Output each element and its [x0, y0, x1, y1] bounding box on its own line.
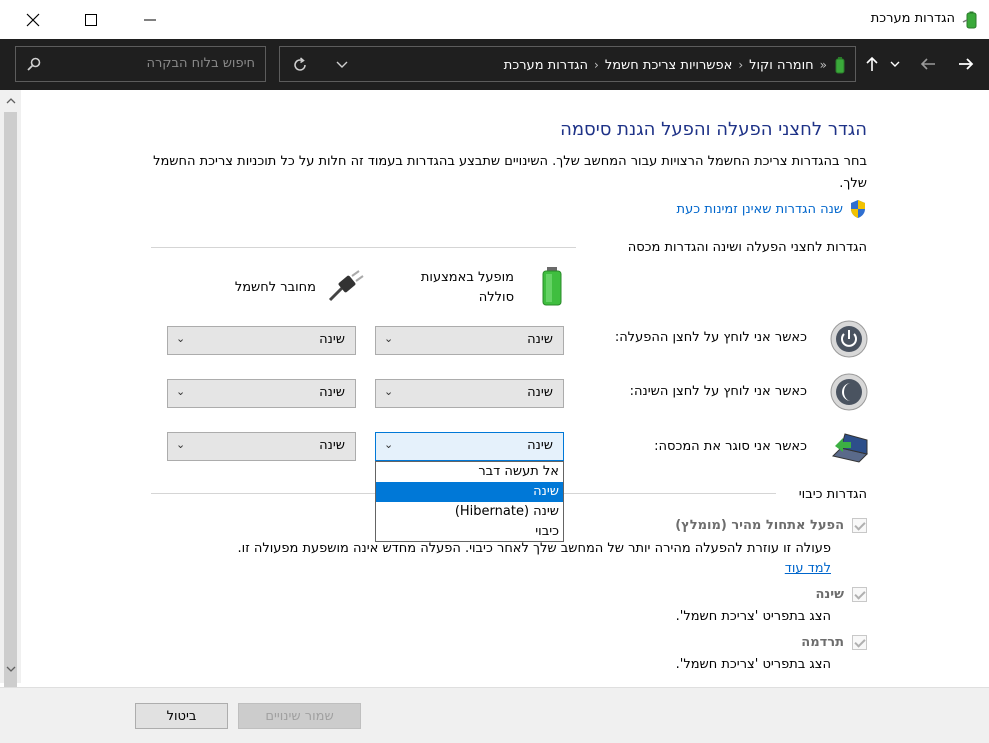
- sleep-button-battery-select[interactable]: שינה ⌄: [375, 379, 564, 408]
- learn-more-link[interactable]: למד עוד: [785, 561, 831, 576]
- refresh-icon: [294, 57, 306, 71]
- footer-bar: שמור שינויים ביטול: [0, 687, 989, 743]
- chevron-down-icon: ⌄: [384, 332, 394, 345]
- lid-close-battery-select[interactable]: שינה ⌄: [375, 432, 564, 461]
- chevron-down-icon: ⌄: [384, 438, 394, 451]
- chevron-left-icon: ‹: [738, 58, 744, 72]
- search-input[interactable]: חיפוש בלוח הבקרה: [15, 46, 266, 82]
- scroll-up-button[interactable]: [0, 92, 21, 110]
- window-title: הגדרות מערכת: [870, 11, 955, 26]
- plugged-column-header: מחובר לחשמל: [234, 280, 316, 295]
- maximize-button[interactable]: [68, 0, 114, 39]
- breadcrumb-power-options[interactable]: אפשרויות צריכת חשמל: [605, 58, 732, 73]
- section-divider: [151, 247, 576, 248]
- chevron-down-icon: [6, 666, 15, 672]
- chevron-down-icon: ⌄: [384, 385, 394, 398]
- chevron-down-icon: ⌄: [176, 385, 186, 398]
- fast-startup-title: הפעל אתחול מהיר (מומלץ): [675, 518, 844, 533]
- address-history-dropdown[interactable]: [330, 55, 354, 75]
- fast-startup-checkbox[interactable]: [852, 518, 867, 533]
- page-description: בחר בהגדרות צריכת החשמל הרצויות עבור המח…: [153, 154, 867, 191]
- power-button-label: כאשר אני לוחץ על לחצן ההפעלה:: [614, 330, 807, 345]
- change-settings-link-text[interactable]: שנה הגדרות שאינן זמינות כעת: [677, 202, 843, 217]
- option-shut-down[interactable]: כיבוי: [376, 522, 563, 542]
- main-content: הגדר לחצני הפעלה והפעל הגנת סיסמה בחר בה…: [21, 90, 989, 683]
- breadcrumb-system-settings[interactable]: הגדרות מערכת: [504, 58, 588, 73]
- chevron-up-icon: [6, 98, 15, 104]
- option-do-nothing[interactable]: אל תעשה דבר: [376, 462, 563, 482]
- arrow-up-icon: [866, 56, 878, 71]
- selected-value: שינה: [319, 438, 345, 453]
- breadcrumb-hardware-sound[interactable]: חומרה וקול: [749, 58, 814, 73]
- chevron-down-icon: ⌄: [176, 332, 186, 345]
- sleep-title: שינה: [815, 587, 844, 602]
- shutdown-section-header: הגדרות כיבוי: [798, 487, 867, 502]
- power-buttons-section-header: הגדרות לחצני הפעלה ושינה והגדרות מכסה: [627, 240, 867, 255]
- recent-locations-button[interactable]: [884, 51, 906, 77]
- chevron-down-icon: ⌄: [176, 438, 186, 451]
- uac-shield-icon: [851, 200, 865, 218]
- sleep-button-label: כאשר אני לוחץ על לחצן השינה:: [629, 384, 807, 399]
- search-placeholder: חיפוש בלוח הבקרה: [146, 56, 255, 71]
- chevron-down-icon: [336, 61, 348, 68]
- sleep-button-plugged-select[interactable]: שינה ⌄: [167, 379, 356, 408]
- change-settings-link[interactable]: שנה הגדרות שאינן זמינות כעת: [677, 199, 867, 219]
- refresh-button[interactable]: [288, 53, 312, 77]
- chevron-down-icon: [890, 61, 900, 67]
- battery-icon: [542, 267, 562, 306]
- address-bar: חיפוש בלוח הבקרה « חומרה וקול ‹ אפשרויות…: [0, 39, 989, 90]
- cancel-button[interactable]: ביטול: [135, 703, 228, 729]
- close-icon: [26, 13, 40, 26]
- sleep-checkbox-row[interactable]: שינה: [815, 587, 867, 602]
- battery-column-header: מופעל באמצעות סוללה: [420, 270, 514, 305]
- selected-value: שינה: [527, 332, 553, 347]
- selected-value: שינה: [527, 385, 553, 400]
- address-path[interactable]: « חומרה וקול ‹ אפשרויות צריכת חשמל ‹ הגד…: [279, 46, 856, 82]
- laptop-lid-icon: [832, 433, 868, 463]
- close-button[interactable]: [10, 0, 56, 39]
- arrow-right-icon: [959, 58, 974, 70]
- maximize-icon: [85, 13, 97, 26]
- sleep-checkbox[interactable]: [852, 587, 867, 602]
- power-options-icon: [835, 57, 845, 74]
- sleep-description: הצג בתפריט 'צריכת חשמל'.: [675, 609, 831, 624]
- search-icon: [27, 57, 41, 71]
- hibernate-description: הצג בתפריט 'צריכת חשמל'.: [675, 657, 831, 672]
- selected-value: שינה: [527, 438, 553, 453]
- breadcrumb: « חומרה וקול ‹ אפשרויות צריכת חשמל ‹ הגד…: [504, 56, 847, 74]
- selected-value: שינה: [319, 332, 345, 347]
- chevron-left-icon: ‹: [594, 58, 599, 72]
- back-button[interactable]: [914, 51, 942, 77]
- hibernate-checkbox[interactable]: [852, 635, 867, 650]
- power-button-icon: [830, 320, 868, 358]
- lid-close-plugged-select[interactable]: שינה ⌄: [167, 432, 356, 461]
- up-button[interactable]: [858, 51, 886, 77]
- vertical-scrollbar[interactable]: [0, 90, 21, 690]
- hibernate-title: תרדמה: [801, 635, 844, 650]
- power-button-plugged-select[interactable]: שינה ⌄: [167, 326, 356, 355]
- fast-startup-description: פעולה זו עוזרת להפעלה מהירה יותר של המחש…: [237, 541, 831, 556]
- power-plug-icon: [328, 270, 364, 302]
- power-options-icon: [962, 11, 977, 29]
- arrow-left-icon: [920, 58, 935, 70]
- lid-close-options-list[interactable]: אל תעשה דבר שינה שינה (Hibernate) כיבוי: [375, 461, 564, 542]
- page-title: הגדר לחצני הפעלה והפעל הגנת סיסמה: [560, 119, 867, 140]
- option-hibernate[interactable]: שינה (Hibernate): [376, 502, 563, 522]
- sleep-button-icon: [830, 373, 868, 411]
- title-bar: הגדרות מערכת: [0, 0, 989, 39]
- power-button-battery-select[interactable]: שינה ⌄: [375, 326, 564, 355]
- hibernate-checkbox-row[interactable]: תרדמה: [801, 635, 867, 650]
- option-sleep[interactable]: שינה: [376, 482, 563, 502]
- minimize-icon: [144, 19, 156, 20]
- selected-value: שינה: [319, 385, 345, 400]
- breadcrumb-overflow[interactable]: «: [820, 58, 827, 72]
- scroll-down-button[interactable]: [0, 660, 21, 678]
- scrollbar-thumb[interactable]: [4, 112, 17, 690]
- forward-button[interactable]: [952, 51, 980, 77]
- minimize-button[interactable]: [127, 0, 173, 39]
- lid-close-label: כאשר אני סוגר את המכסה:: [654, 439, 807, 454]
- fast-startup-checkbox-row[interactable]: הפעל אתחול מהיר (מומלץ): [675, 518, 867, 533]
- save-changes-button[interactable]: שמור שינויים: [238, 703, 361, 729]
